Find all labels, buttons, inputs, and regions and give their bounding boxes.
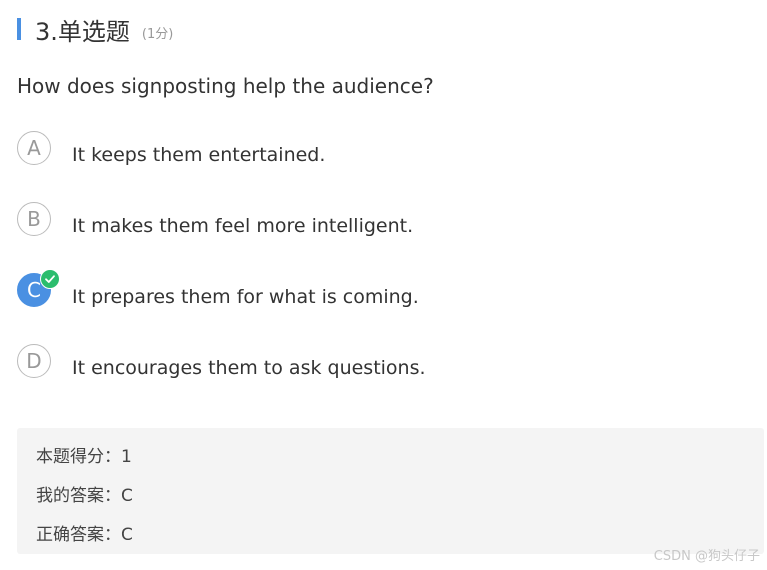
- score-line: 本题得分：1: [36, 447, 132, 467]
- option-b-text: It makes them feel more intelligent.: [72, 215, 414, 237]
- option-d-letter[interactable]: D: [17, 344, 51, 378]
- correct-answer-line: 正确答案：C: [36, 525, 133, 545]
- question-header: 3.单选题 (1分): [17, 14, 174, 46]
- option-c[interactable]: C It prepares them for what is coming.: [17, 269, 717, 313]
- option-a[interactable]: A It keeps them entertained.: [17, 131, 717, 171]
- question-number-title: 3.单选题: [35, 17, 130, 46]
- question-page: 3.单选题 (1分) How does signposting help the…: [0, 0, 767, 570]
- option-c-text: It prepares them for what is coming.: [72, 286, 419, 308]
- option-b-letter[interactable]: B: [17, 202, 51, 236]
- check-icon: [40, 269, 60, 289]
- watermark: CSDN @狗头仔子: [653, 549, 760, 564]
- question-points: (1分): [141, 26, 174, 42]
- option-d[interactable]: D It encourages them to ask questions.: [17, 344, 717, 384]
- option-a-text: It keeps them entertained.: [72, 144, 326, 166]
- option-b[interactable]: B It makes them feel more intelligent.: [17, 202, 717, 242]
- option-a-letter[interactable]: A: [17, 131, 51, 165]
- option-d-text: It encourages them to ask questions.: [72, 357, 426, 379]
- question-text: How does signposting help the audience?: [17, 74, 434, 98]
- result-panel: 本题得分：1 我的答案：C 正确答案：C: [17, 428, 764, 554]
- header-accent-bar: [17, 18, 21, 40]
- my-answer-line: 我的答案：C: [36, 486, 133, 506]
